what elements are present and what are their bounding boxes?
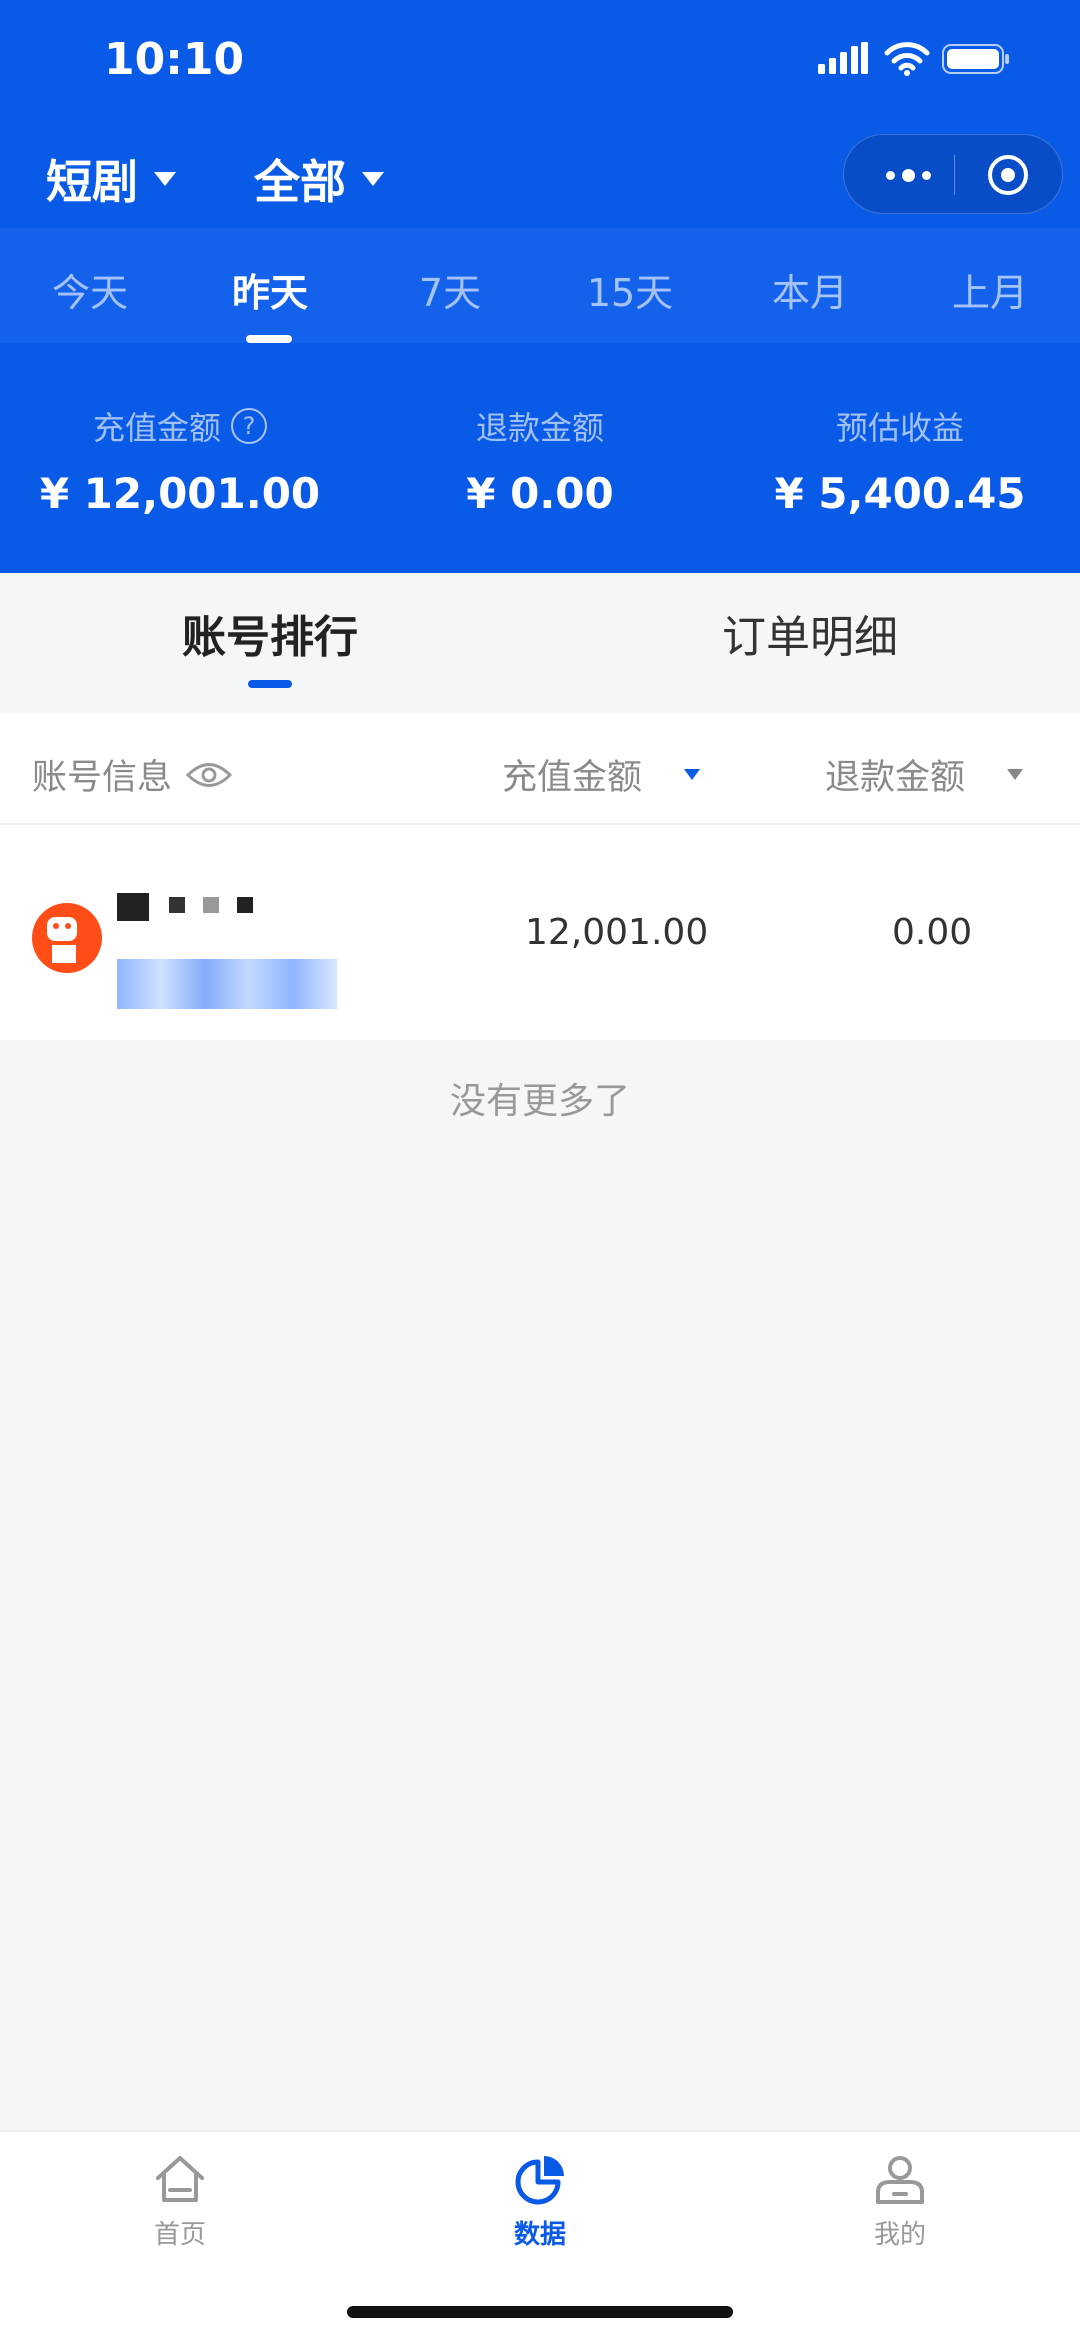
header-panel: 10:10 短剧 全部 今天 昨天 7天 15天 本月 上月 充值金额 ? ¥ … bbox=[0, 0, 1080, 573]
caret-down-icon bbox=[362, 172, 384, 186]
sort-icon[interactable] bbox=[1007, 769, 1024, 780]
list-end-message: 没有更多了 bbox=[449, 1081, 630, 1122]
stat-label: 充值金额 bbox=[92, 409, 221, 447]
nav-label: 首页 bbox=[153, 2220, 206, 2250]
column-label: 退款金额 bbox=[825, 758, 966, 798]
status-bar: 10:10 bbox=[0, 0, 1080, 124]
tab-yesterday[interactable]: 昨天 bbox=[190, 262, 350, 317]
date-range-tabs: 今天 昨天 7天 15天 本月 上月 bbox=[0, 228, 1080, 343]
nav-row: 短剧 全部 bbox=[0, 124, 1080, 228]
caret-down-icon bbox=[154, 172, 176, 186]
category-dropdown[interactable]: 短剧 bbox=[46, 146, 176, 212]
stat-value: ¥ 0.00 bbox=[466, 469, 614, 518]
cellular-signal-icon bbox=[818, 42, 868, 74]
column-label: 账号信息 bbox=[32, 758, 173, 798]
tab-today[interactable]: 今天 bbox=[10, 262, 170, 317]
stat-value: ¥ 5,400.45 bbox=[774, 469, 1026, 518]
masked-account-id bbox=[117, 959, 337, 1009]
nav-data[interactable]: 数据 bbox=[360, 2148, 720, 2251]
tab-15-days[interactable]: 15天 bbox=[550, 262, 710, 317]
pie-chart-icon bbox=[515, 2156, 564, 2205]
nav-label: 数据 bbox=[513, 2220, 566, 2250]
account-avatar bbox=[32, 903, 102, 973]
cell-refund: 0.00 bbox=[892, 912, 973, 953]
tab-7-days[interactable]: 7天 bbox=[370, 262, 530, 317]
wifi-icon bbox=[884, 42, 930, 76]
column-label: 充值金额 bbox=[502, 758, 643, 798]
stat-value: ¥ 12,001.00 bbox=[39, 469, 321, 518]
nav-label: 我的 bbox=[873, 2220, 926, 2250]
capsule-divider bbox=[954, 155, 955, 195]
stat-refund: 退款金额 ¥ 0.00 bbox=[360, 403, 720, 518]
stat-recharge: 充值金额 ? ¥ 12,001.00 bbox=[0, 403, 360, 518]
table-row[interactable]: 12,001.00 0.00 bbox=[0, 825, 1080, 1040]
summary-stats: 充值金额 ? ¥ 12,001.00 退款金额 ¥ 0.00 预估收益 ¥ 5,… bbox=[0, 343, 1080, 573]
tab-last-month[interactable]: 上月 bbox=[910, 262, 1070, 317]
sort-desc-icon[interactable] bbox=[684, 769, 701, 780]
home-icon bbox=[156, 2156, 204, 2202]
masked-account-name bbox=[117, 893, 257, 923]
user-icon bbox=[876, 2156, 924, 2204]
category-dropdown-label: 短剧 bbox=[46, 155, 138, 209]
column-refund[interactable]: 退款金额 bbox=[825, 749, 1024, 800]
tab-order-details[interactable]: 订单明细 bbox=[540, 601, 1080, 665]
active-subtab-indicator bbox=[248, 680, 292, 688]
tab-account-ranking[interactable]: 账号排行 bbox=[0, 601, 540, 665]
eye-icon[interactable] bbox=[186, 760, 233, 790]
stat-label: 预估收益 bbox=[835, 409, 964, 447]
more-options-icon[interactable] bbox=[876, 155, 940, 195]
tab-this-month[interactable]: 本月 bbox=[730, 262, 890, 317]
home-indicator bbox=[347, 2306, 733, 2318]
nav-home[interactable]: 首页 bbox=[0, 2148, 360, 2251]
active-tab-indicator bbox=[246, 335, 292, 343]
help-icon[interactable]: ? bbox=[231, 408, 267, 444]
status-time: 10:10 bbox=[104, 34, 245, 85]
column-account-info: 账号信息 bbox=[32, 749, 233, 800]
scope-dropdown[interactable]: 全部 bbox=[254, 146, 384, 212]
battery-icon bbox=[942, 44, 1009, 74]
stat-label: 退款金额 bbox=[475, 409, 604, 447]
table-header: 账号信息 充值金额 退款金额 bbox=[0, 713, 1080, 825]
scope-dropdown-label: 全部 bbox=[254, 155, 346, 209]
column-recharge[interactable]: 充值金额 bbox=[502, 749, 701, 800]
nav-mine[interactable]: 我的 bbox=[720, 2148, 1080, 2251]
close-miniprogram-icon[interactable] bbox=[986, 153, 1030, 197]
stat-estimated-revenue: 预估收益 ¥ 5,400.45 bbox=[720, 403, 1080, 518]
sub-tabs: 账号排行 订单明细 bbox=[0, 573, 1080, 713]
mini-program-capsule bbox=[843, 134, 1063, 214]
cell-recharge: 12,001.00 bbox=[525, 912, 709, 953]
